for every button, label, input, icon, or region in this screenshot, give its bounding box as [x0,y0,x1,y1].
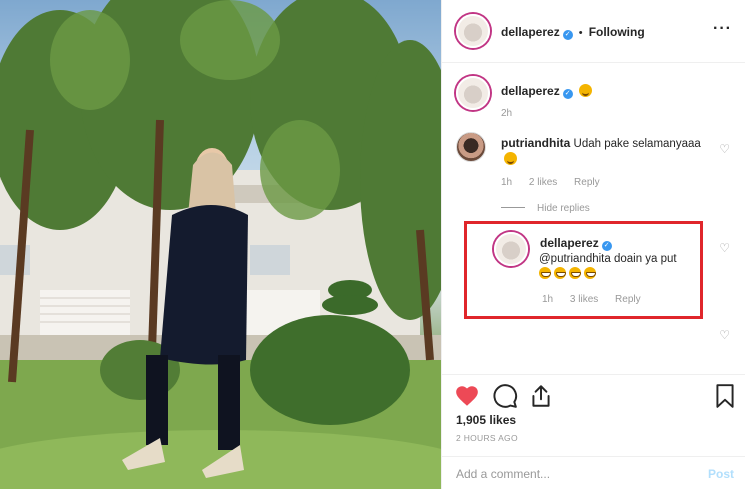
commenter-avatar[interactable] [456,132,486,162]
add-comment-input[interactable] [456,464,696,484]
like-heart-icon[interactable] [454,383,480,409]
reply-text: @putriandhita doain ya put [539,252,699,282]
comment-time[interactable]: 1h [501,177,512,188]
reply-meta: 1h 3 likes Reply [542,294,655,305]
grin-emoji-icon [584,267,596,279]
reply-username[interactable]: dellaperez [540,236,599,250]
commenter-username[interactable]: putriandhita [501,136,570,150]
reply-body: @putriandhita doain ya put [539,253,677,265]
photo-illustration [0,0,441,489]
reply-time[interactable]: 1h [542,294,553,305]
comment-text: putriandhita Udah pake selamanyaaa [501,136,701,168]
caption-time[interactable]: 2h [501,108,512,119]
author-username[interactable]: dellaperez [501,25,560,39]
reply-reply-button[interactable]: Reply [615,294,641,305]
comment-meta: 1h 2 likes Reply [501,177,614,188]
post-header: dellaperez ✓ • Following ··· [442,0,745,63]
grin-emoji-icon [554,267,566,279]
hide-replies-label: Hide replies [537,203,590,214]
verified-badge-icon: ✓ [601,241,612,251]
bookmark-save-icon[interactable] [712,383,738,409]
caption-line: dellaperez ✓ [501,84,592,99]
reply-author-avatar[interactable] [494,232,528,266]
share-icon[interactable] [528,383,554,409]
more-options-icon[interactable]: ··· [713,20,732,38]
like-comment-heart-icon[interactable]: ♡ [719,142,730,156]
comment-body: Udah pake selamanyaaa [573,138,701,150]
separator-dot: • [578,27,583,39]
post-photo[interactable] [0,0,441,489]
add-comment-bar: Post [442,456,745,489]
like-reply-heart-icon[interactable]: ♡ [719,241,730,255]
caption-username[interactable]: dellaperez [501,84,560,98]
highlighted-reply: dellaperez ✓ @putriandhita doain ya put 1… [464,221,703,319]
post-comment-button[interactable]: Post [708,467,734,481]
post-side-panel: dellaperez ✓ • Following ··· dellaperez ✓ … [441,0,745,489]
comment-icon[interactable] [492,383,518,409]
star-struck-emoji-icon [578,84,592,97]
author-line: dellaperez ✓ • Following [501,25,645,40]
author-avatar[interactable] [456,14,490,48]
comment-reply-button[interactable]: Reply [574,177,600,188]
verified-badge-icon: ✓ [562,30,573,40]
following-button[interactable]: Following [589,25,645,39]
comment-likes[interactable]: 2 likes [529,177,557,188]
comments-section: dellaperez ✓ 2h putriandhita Udah pake se… [442,64,745,374]
divider-line [501,207,525,208]
grin-emoji-icon [539,267,551,279]
caption-author-avatar[interactable] [456,76,490,110]
post-timestamp[interactable]: 2 HOURS AGO [456,433,518,443]
hide-replies-toggle[interactable]: Hide replies [501,203,590,214]
grin-emoji-icon [569,267,581,279]
reply-author-line: dellaperez ✓ [540,236,612,251]
heart-eyes-emoji-icon [504,152,517,165]
verified-badge-icon: ✓ [562,89,573,99]
reply-likes[interactable]: 3 likes [570,294,598,305]
post-actions: 1,905 likes 2 HOURS AGO [442,374,745,456]
likes-count[interactable]: 1,905 likes [456,413,516,427]
like-comment-heart-icon[interactable]: ♡ [719,328,730,342]
